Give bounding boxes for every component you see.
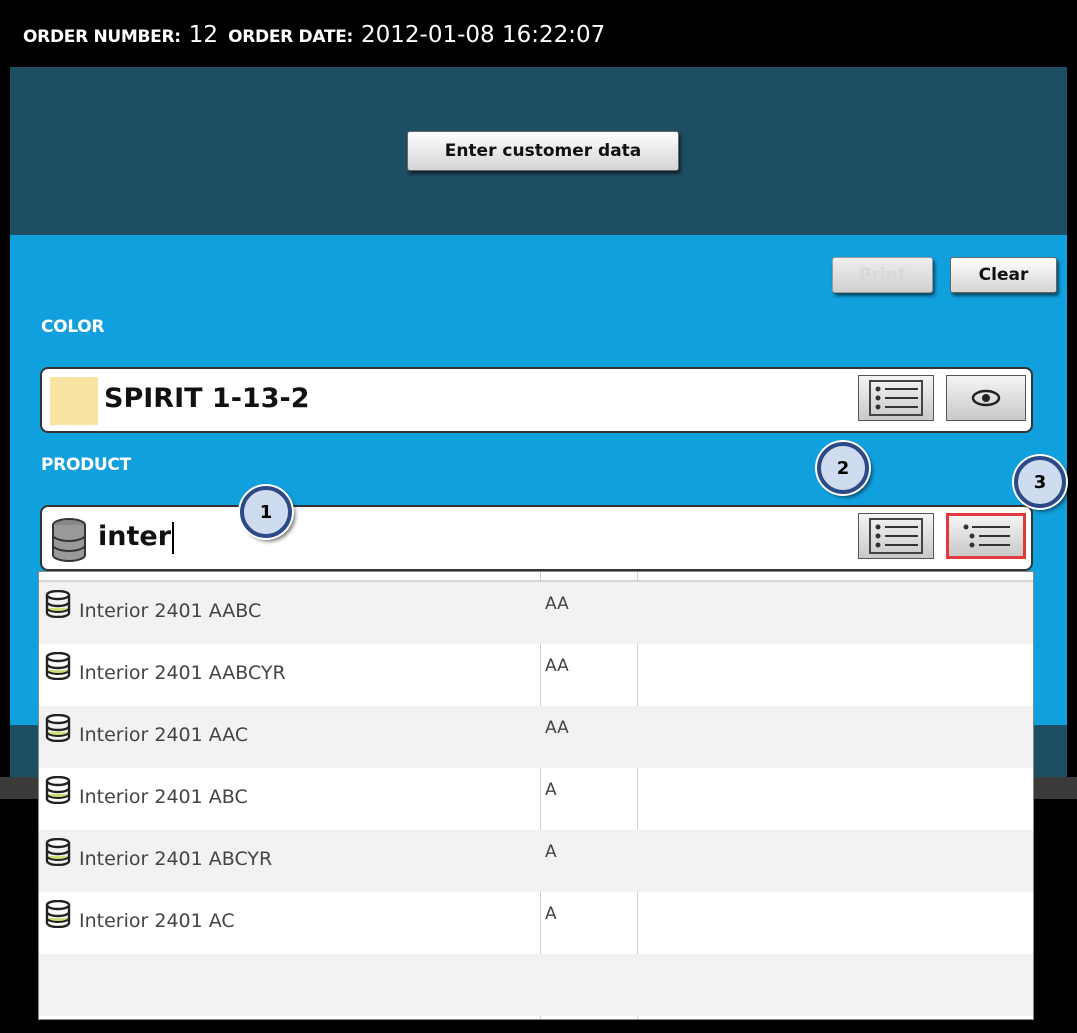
print-button[interactable]: Print — [832, 257, 933, 293]
color-field[interactable]: SPIRIT 1-13-2 — [40, 367, 1033, 433]
color-swatch — [50, 377, 98, 425]
order-number-label: ORDER NUMBER: — [23, 27, 181, 47]
clear-button[interactable]: Clear — [950, 257, 1057, 293]
suggestion-code: A — [545, 842, 557, 862]
callout-2: 2 — [817, 442, 869, 494]
suggestion-row[interactable]: Interior 2401 AABCYR AA — [39, 644, 1033, 706]
database-icon — [45, 776, 71, 804]
suggestion-row[interactable]: Interior 2401 AAC AA — [39, 706, 1033, 768]
suggestion-code: AA — [545, 656, 569, 676]
enter-customer-data-button[interactable]: Enter customer data — [407, 131, 679, 171]
product-list-button[interactable] — [858, 513, 934, 559]
suggestion-code: A — [545, 904, 557, 924]
suggestion-row[interactable]: Interior 2401 ABC A — [39, 768, 1033, 830]
suggestion-name: Interior 2401 AC — [79, 910, 235, 932]
product-suggestions-dropdown: Interior 2401 AABC AA Interior 2401 AABCYR… — [38, 571, 1034, 1020]
database-icon — [45, 838, 71, 866]
color-view-button[interactable] — [946, 375, 1026, 421]
suggestion-code: A — [545, 780, 557, 800]
product-search-input[interactable]: inter — [98, 521, 175, 554]
suggestion-code: AA — [545, 718, 569, 738]
text-cursor — [172, 521, 175, 554]
dropdown-header — [39, 572, 1033, 582]
suggestion-row[interactable]: Interior 2401 AC A — [39, 892, 1033, 954]
eye-icon — [971, 389, 1001, 407]
callout-3: 3 — [1014, 456, 1066, 508]
customer-panel: Enter customer data — [10, 67, 1067, 235]
product-input-text: inter — [98, 521, 172, 552]
database-icon — [52, 518, 86, 562]
order-number-value: 12 — [188, 22, 219, 48]
list-icon — [869, 518, 923, 554]
order-date-label: ORDER DATE: — [228, 27, 354, 47]
suggestion-code: AA — [545, 594, 569, 614]
suggestion-name: Interior 2401 ABCYR — [79, 848, 273, 870]
product-search-field[interactable]: inter — [40, 505, 1033, 571]
suggestion-name: Interior 2401 AABC — [79, 600, 262, 622]
color-value: SPIRIT 1-13-2 — [104, 383, 310, 414]
product-section-label: PRODUCT — [41, 455, 131, 475]
color-section-label: COLOR — [41, 317, 105, 337]
suggestion-row[interactable]: Interior 2401 AABC AA — [39, 582, 1033, 644]
suggestion-name: Interior 2401 ABC — [79, 786, 248, 808]
empty-row — [39, 954, 1033, 1016]
database-icon — [45, 652, 71, 680]
database-icon — [45, 900, 71, 928]
suggestion-name: Interior 2401 AAC — [79, 724, 249, 746]
order-header: ORDER NUMBER: 12 ORDER DATE: 2012-01-08 16:… — [0, 0, 1077, 67]
order-info: ORDER NUMBER: 12 ORDER DATE: 2012-01-08 16:… — [23, 22, 615, 48]
database-icon — [45, 590, 71, 618]
suggestion-name: Interior 2401 AABCYR — [79, 662, 286, 684]
callout-1: 1 — [240, 486, 292, 538]
suggestion-row[interactable]: Interior 2401 ABCYR A — [39, 830, 1033, 892]
list-icon — [869, 380, 923, 416]
database-icon — [45, 714, 71, 742]
color-list-button[interactable] — [858, 375, 934, 421]
product-tree-list-button[interactable] — [946, 513, 1026, 559]
order-date-value: 2012-01-08 16:22:07 — [361, 22, 606, 48]
tree-list-icon — [963, 524, 1010, 548]
